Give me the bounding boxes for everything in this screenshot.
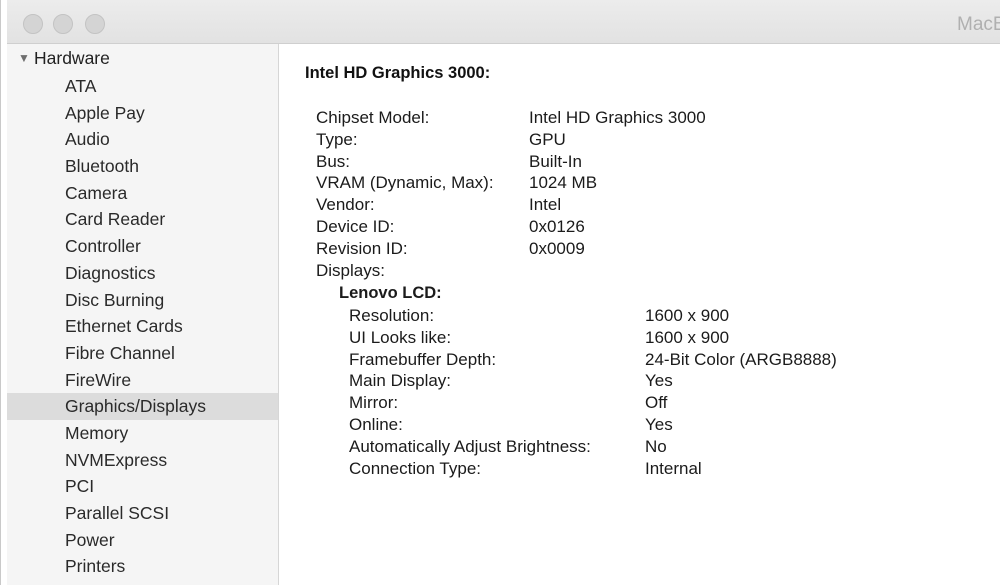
sidebar-item-bluetooth[interactable]: Bluetooth: [7, 153, 278, 180]
system-information-window: MacB ▼ Hardware ATA Apple Pay Audio Bluet…: [0, 0, 1000, 585]
property-value: 0x0126: [529, 216, 585, 236]
property-value: GPU: [529, 129, 566, 149]
property-value: 1024 MB: [529, 173, 598, 193]
property-value: No: [645, 436, 667, 456]
property-key: Online:: [349, 414, 403, 434]
property-key: Mirror:: [349, 393, 399, 413]
sidebar-item-printers[interactable]: Printers: [7, 553, 278, 580]
property-key: Connection Type:: [349, 458, 481, 478]
sidebar-group-label: Hardware: [34, 48, 110, 68]
sidebar-item-card-reader[interactable]: Card Reader: [7, 206, 278, 233]
display-title: Lenovo LCD:: [339, 284, 442, 302]
close-button[interactable]: [23, 14, 43, 34]
sidebar-item-power[interactable]: Power: [7, 527, 278, 554]
sidebar-item-fibre-channel[interactable]: Fibre Channel: [7, 340, 278, 367]
property-key: Chipset Model:: [316, 108, 430, 127]
sidebar-item-nvmexpress[interactable]: NVMExpress: [7, 447, 278, 474]
sidebar-item-audio[interactable]: Audio: [7, 126, 278, 153]
sidebar-item-pci[interactable]: PCI: [7, 473, 278, 500]
disclosure-triangle-icon[interactable]: ▼: [18, 51, 34, 65]
property-key: Revision ID:: [316, 238, 408, 258]
window-title: MacB: [957, 14, 1000, 35]
property-key: Main Display:: [349, 371, 452, 391]
property-value: Yes: [645, 414, 673, 434]
sidebar-item-graphics-displays[interactable]: Graphics/Displays: [7, 393, 278, 420]
sidebar-item-controller[interactable]: Controller: [7, 233, 278, 260]
sidebar-group-hardware[interactable]: ▼ Hardware: [18, 48, 110, 69]
sidebar-item-camera[interactable]: Camera: [7, 180, 278, 207]
sidebar-item-firewire[interactable]: FireWire: [7, 367, 278, 394]
property-key: Automatically Adjust Brightness:: [349, 436, 591, 456]
property-value: Intel HD Graphics 3000: [529, 108, 706, 127]
property-value: Built-In: [529, 151, 582, 171]
sidebar-item-parallel-scsi[interactable]: Parallel SCSI: [7, 500, 278, 527]
property-key: Type:: [316, 129, 358, 149]
property-value: 0x0009: [529, 238, 585, 258]
property-key: Framebuffer Depth:: [349, 349, 497, 369]
detail-pane: Intel HD Graphics 3000: Chipset Model: In…: [280, 44, 1000, 585]
sidebar-list: ATA Apple Pay Audio Bluetooth Camera Car…: [7, 73, 278, 580]
sidebar-item-ethernet-cards[interactable]: Ethernet Cards: [7, 313, 278, 340]
property-value: Yes: [645, 371, 673, 391]
property-value: 1600 x 900: [645, 306, 730, 325]
property-value: Intel: [529, 195, 562, 215]
property-value: Internal: [645, 458, 702, 478]
zoom-button[interactable]: [85, 14, 105, 34]
property-key: Resolution:: [349, 306, 435, 325]
sidebar-item-ata[interactable]: ATA: [7, 73, 278, 100]
property-key: Vendor:: [316, 195, 375, 215]
property-value: 1600 x 900: [645, 327, 730, 347]
detail-title: Intel HD Graphics 3000:: [305, 64, 491, 82]
minimize-button[interactable]: [53, 14, 73, 34]
title-bar[interactable]: MacB: [7, 0, 1000, 44]
property-value: Off: [645, 393, 668, 413]
property-key: VRAM (Dynamic, Max):: [316, 173, 494, 193]
property-key: Displays:: [316, 260, 385, 280]
property-key: Device ID:: [316, 216, 395, 236]
property-key: Bus:: [316, 151, 351, 171]
property-value: 24-Bit Color (ARGB8888): [645, 349, 837, 369]
sidebar-item-disc-burning[interactable]: Disc Burning: [7, 287, 278, 314]
property-key: UI Looks like:: [349, 327, 452, 347]
sidebar-item-diagnostics[interactable]: Diagnostics: [7, 260, 278, 287]
sidebar-item-memory[interactable]: Memory: [7, 420, 278, 447]
sidebar-item-apple-pay[interactable]: Apple Pay: [7, 100, 278, 127]
sidebar: ▼ Hardware ATA Apple Pay Audio Bluetooth …: [7, 44, 279, 585]
